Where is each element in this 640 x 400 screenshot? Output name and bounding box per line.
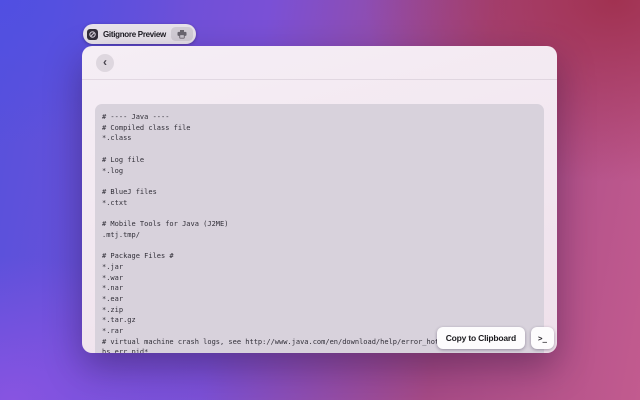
terminal-prompt-icon: >_ xyxy=(538,334,547,343)
actions-menu-button[interactable]: >_ xyxy=(531,327,554,349)
action-bar: Copy to Clipboard >_ xyxy=(437,327,554,349)
gitignore-preview-pill[interactable]: Gitignore Preview xyxy=(83,24,196,44)
printer-icon xyxy=(177,30,187,39)
chevron-left-icon: ‹ xyxy=(103,56,107,68)
back-button[interactable]: ‹ xyxy=(96,54,114,72)
copy-to-clipboard-button[interactable]: Copy to Clipboard xyxy=(437,327,525,349)
gitignore-app-icon xyxy=(87,29,98,40)
window-header: ‹ xyxy=(82,46,557,80)
pill-title: Gitignore Preview xyxy=(103,30,166,39)
gitignore-content: # ---- Java ---- # Compiled class file *… xyxy=(95,104,544,353)
gitignore-preview-window: ‹ Java, Python # ---- Java ---- # Compil… xyxy=(82,46,557,353)
print-button[interactable] xyxy=(171,27,193,41)
desktop-background: Gitignore Preview ‹ Java, Python # ---- … xyxy=(0,0,640,400)
